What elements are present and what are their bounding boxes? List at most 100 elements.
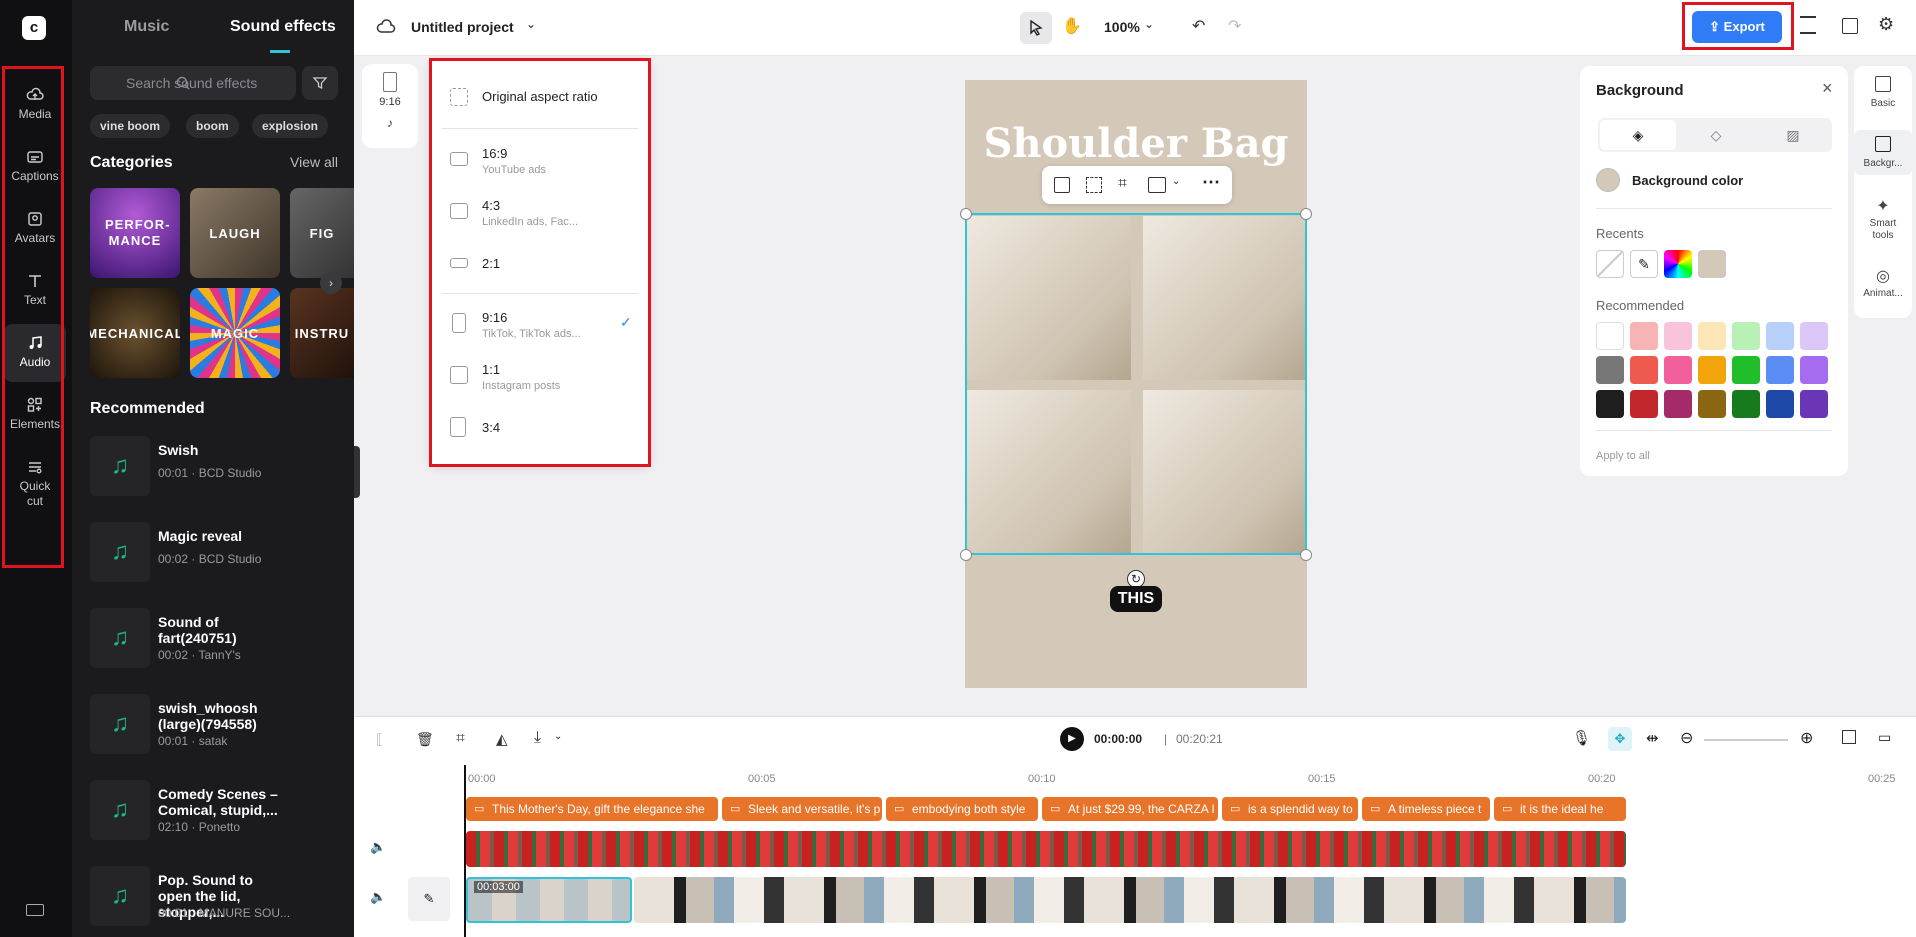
replace-image-icon[interactable] — [1054, 177, 1070, 193]
color-swatch[interactable] — [1596, 356, 1624, 384]
category-performance[interactable]: PERFOR-MANCE — [90, 188, 180, 278]
gear-icon[interactable]: ⚙ — [1878, 14, 1894, 35]
remove-background-icon[interactable] — [1086, 177, 1102, 193]
recent-color-swatch[interactable] — [1698, 250, 1726, 278]
filter-button[interactable] — [302, 66, 338, 100]
layers-icon[interactable] — [1800, 16, 1816, 34]
close-icon[interactable]: × — [1822, 78, 1833, 99]
menu-item-1-1[interactable]: 1:1 Instagram posts — [440, 354, 640, 398]
blur-drop-icon[interactable]: ◇ — [1678, 120, 1754, 150]
main-video-clip-selected[interactable]: 00:03:00 — [466, 877, 632, 923]
view-all-link[interactable]: View all — [290, 154, 338, 170]
speaker-icon[interactable]: 🔈 — [370, 889, 386, 905]
menu-item-4-3[interactable]: 4:3 LinkedIn ads, Fac... — [440, 190, 640, 234]
chip-explosion[interactable]: explosion — [252, 114, 329, 138]
tab-sound-effects[interactable]: Sound effects — [230, 18, 336, 36]
category-fig[interactable]: FIG — [290, 188, 354, 278]
color-swatch[interactable] — [1698, 390, 1726, 418]
text-clip[interactable]: embodying both style — [886, 797, 1038, 821]
text-clip[interactable]: Sleek and versatile, it's p — [722, 797, 882, 821]
zoom-in-icon[interactable]: ⊕ — [1800, 728, 1813, 748]
rail-item-text[interactable]: Text — [4, 262, 66, 320]
resize-handle[interactable] — [960, 208, 972, 220]
list-item[interactable]: ♫ Comedy Scenes – Comical, stupid,... 02… — [90, 780, 340, 842]
speaker-icon[interactable]: 🔈 — [370, 839, 386, 855]
chevron-down-icon[interactable]: ⌄ — [526, 17, 536, 31]
snap-icon[interactable]: ✥ — [1608, 727, 1632, 751]
crop-icon[interactable]: ⌗ — [456, 730, 465, 748]
color-swatch[interactable] — [1800, 356, 1828, 384]
keyboard-icon[interactable] — [26, 904, 44, 916]
rail-item-captions[interactable]: Captions — [4, 138, 66, 196]
text-clip[interactable]: This Mother's Day, gift the elegance she — [466, 797, 718, 821]
split-view-icon[interactable]: ⇹ — [1646, 729, 1659, 747]
more-icon[interactable]: ⋯ — [1202, 172, 1220, 193]
menu-item-original[interactable]: Original aspect ratio — [440, 76, 640, 120]
video-track-clip[interactable] — [466, 831, 1626, 867]
download-icon[interactable]: ⤓ — [534, 729, 541, 747]
chevron-down-icon[interactable]: ⌄ — [1172, 176, 1180, 187]
trash-icon[interactable]: 🗑 — [416, 731, 434, 748]
category-instru[interactable]: INSTRU — [290, 288, 354, 378]
redo-icon[interactable]: ↷ — [1228, 16, 1241, 36]
caption-preview-icon[interactable]: ▭ — [1878, 729, 1891, 746]
chevron-right-icon[interactable]: › — [320, 272, 342, 294]
rail-item-smart-tools[interactable]: ✦ Smart tools — [1854, 196, 1912, 242]
chevron-down-icon[interactable]: ⌄ — [554, 731, 562, 742]
chip-boom[interactable]: boom — [186, 114, 239, 138]
aspect-ratio-button[interactable]: 9:16 ♪ — [362, 64, 418, 148]
rail-item-background[interactable]: Backgr... — [1854, 130, 1912, 175]
color-swatch[interactable] — [1664, 390, 1692, 418]
mask-icon[interactable] — [1148, 177, 1166, 193]
menu-item-2-1[interactable]: 2:1 — [440, 242, 640, 286]
color-swatch[interactable] — [1698, 356, 1726, 384]
split-icon[interactable]: ⟦ — [376, 731, 383, 748]
eyedropper-icon[interactable]: ✎ — [1630, 250, 1658, 278]
list-item[interactable]: ♫ Pop. Sound to open the lid, stopper,..… — [90, 866, 340, 928]
project-name[interactable]: Untitled project — [411, 19, 514, 35]
text-clip[interactable]: A timeless piece t — [1362, 797, 1490, 821]
text-clip[interactable]: is a splendid way to — [1222, 797, 1358, 821]
color-swatch[interactable] — [1664, 356, 1692, 384]
zoom-out-icon[interactable]: ⊖ — [1680, 728, 1693, 748]
no-color-swatch[interactable] — [1596, 250, 1624, 278]
list-item[interactable]: ♫ Sound of fart(240751) 00:02 · TannY's — [90, 608, 340, 670]
menu-item-9-16[interactable]: 9:16 TikTok, TikTok ads... ✓ — [440, 302, 640, 346]
color-swatch[interactable] — [1630, 356, 1658, 384]
app-logo[interactable]: c — [22, 16, 46, 40]
select-tool-button[interactable] — [1020, 12, 1052, 44]
canvas-title[interactable]: Shoulder Bag — [965, 120, 1307, 167]
cloud-icon[interactable] — [376, 18, 396, 36]
rail-item-quick-cut[interactable]: Quick cut — [4, 448, 66, 516]
chevron-down-icon[interactable]: ⌄ — [1144, 17, 1154, 31]
menu-item-3-4[interactable]: 3:4 — [440, 406, 640, 450]
caption-word[interactable]: THIS — [1110, 586, 1162, 612]
music-note-icon[interactable]: ♫ — [90, 866, 150, 926]
color-swatch[interactable] — [1630, 390, 1658, 418]
category-magic[interactable]: MAGIC — [190, 288, 280, 378]
color-swatch[interactable] — [1732, 356, 1760, 384]
zoom-level[interactable]: 100% — [1104, 19, 1140, 35]
apply-to-all-button[interactable]: Apply to all — [1596, 450, 1650, 462]
microphone-icon[interactable]: 🎙 — [1572, 729, 1591, 747]
rail-item-audio[interactable]: Audio — [4, 324, 66, 382]
panel-collapse-handle[interactable] — [354, 446, 360, 498]
chip-vine-boom[interactable]: vine boom — [90, 114, 171, 138]
fill-bucket-icon[interactable]: ◈ — [1600, 120, 1676, 150]
color-swatch[interactable] — [1664, 322, 1692, 350]
color-swatch[interactable] — [1596, 322, 1624, 350]
color-swatch[interactable] — [1800, 322, 1828, 350]
main-video-track[interactable] — [634, 877, 1626, 923]
rail-item-media[interactable]: Media — [4, 76, 66, 134]
play-button[interactable]: ▶ — [1060, 727, 1084, 751]
undo-icon[interactable]: ↶ — [1192, 16, 1205, 36]
color-swatch[interactable] — [1596, 390, 1624, 418]
color-swatch[interactable] — [1732, 322, 1760, 350]
rail-item-avatars[interactable]: Avatars — [4, 200, 66, 258]
hand-tool-icon[interactable]: ✋ — [1062, 16, 1082, 36]
color-swatch[interactable] — [1732, 390, 1760, 418]
category-mechanical[interactable]: MECHANICAL — [90, 288, 180, 378]
image-icon[interactable]: ▨ — [1756, 120, 1830, 150]
music-note-icon[interactable]: ♫ — [90, 522, 150, 582]
export-button[interactable]: ⇪ Export — [1692, 11, 1782, 43]
